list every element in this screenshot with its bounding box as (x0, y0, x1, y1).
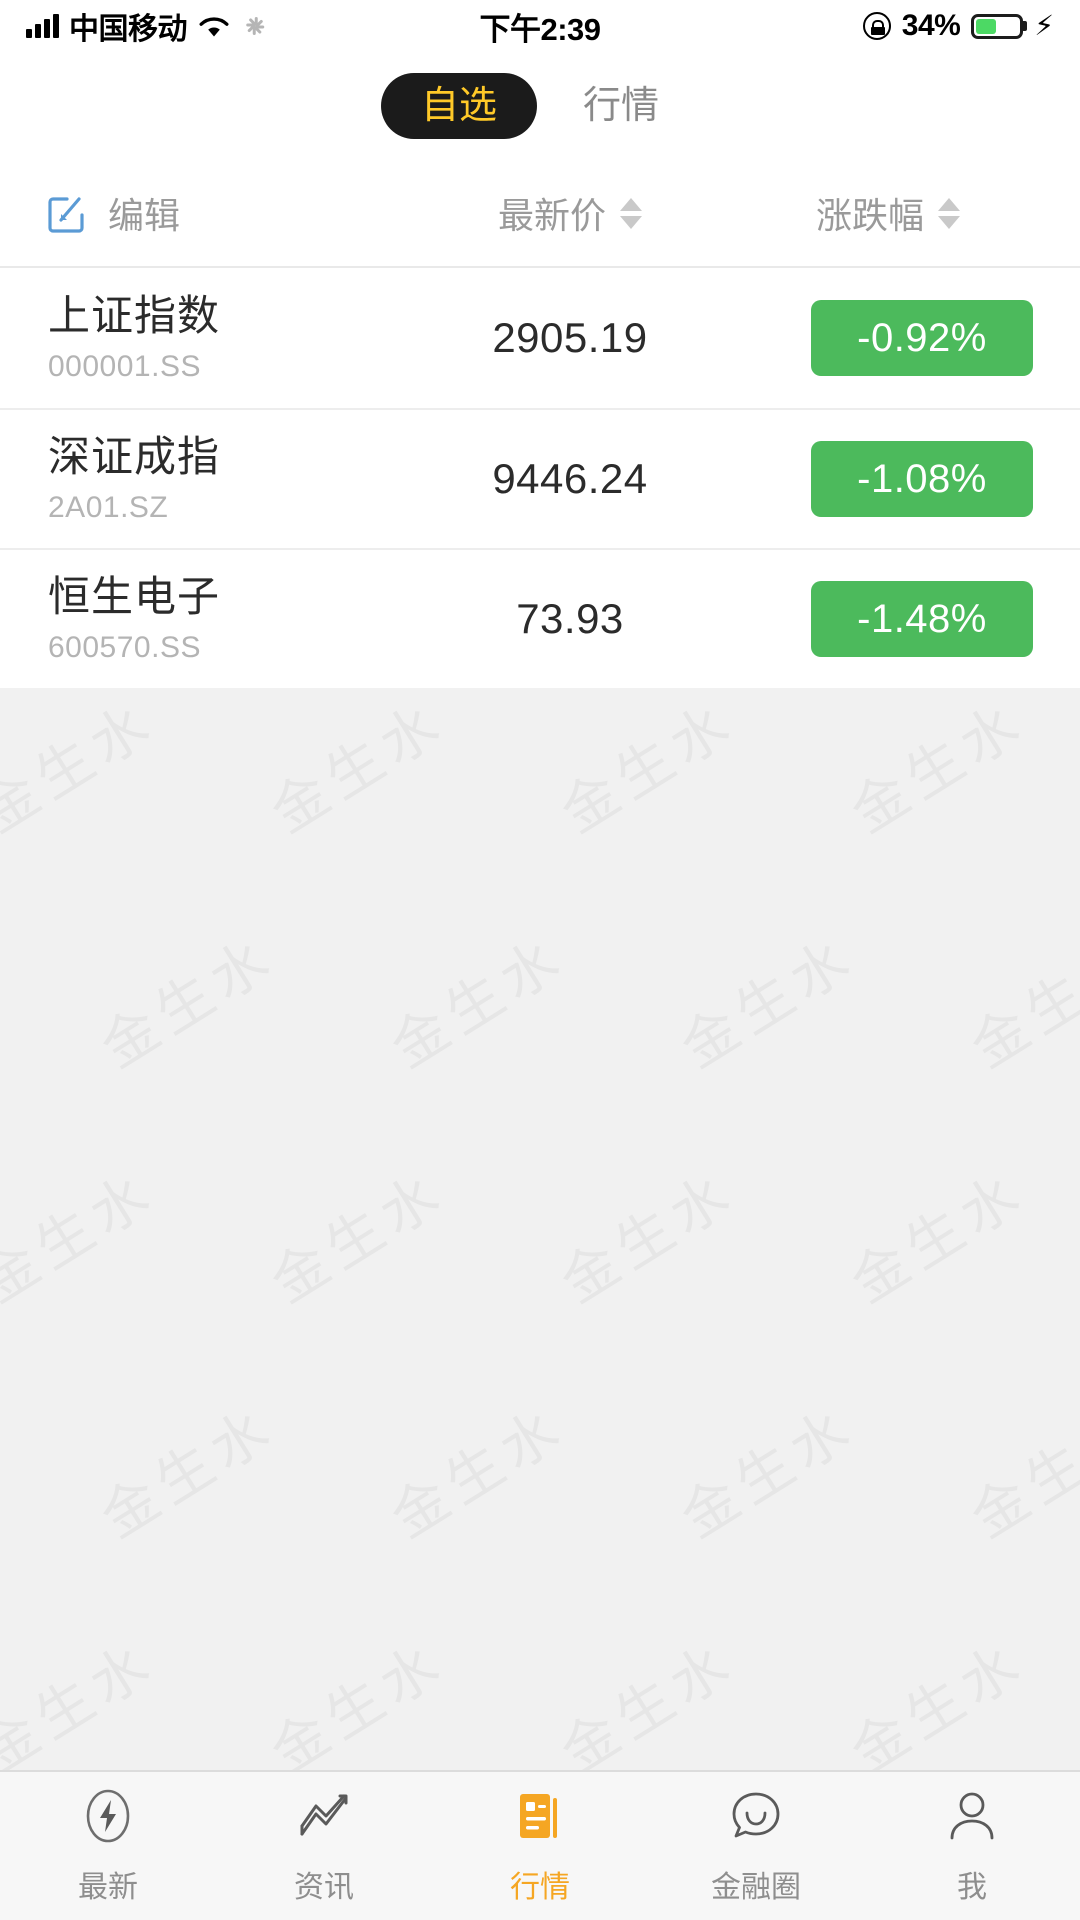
tab-finance-circle[interactable]: 金融圈 (648, 1786, 864, 1906)
quotes-document-icon (512, 1786, 568, 1846)
app-screen: 中国移动 下午2:39 34% ⚡ 自选 行情 编辑 最新价 涨跌幅 上证指数 … (0, 0, 1080, 1920)
row-price: 73.93 (516, 595, 624, 642)
watermark-text: 金生水 (373, 913, 579, 1083)
watermark-text: 金生水 (543, 1148, 749, 1318)
tab-quotes[interactable]: 行情 (432, 1786, 648, 1906)
status-bar-right: 34% ⚡ (862, 9, 1054, 43)
watermark-text: 金生水 (543, 1618, 749, 1770)
watermark-text: 金生水 (663, 1383, 869, 1553)
tab-latest[interactable]: 最新 (0, 1786, 216, 1906)
sort-arrows-icon[interactable] (938, 197, 961, 229)
bottom-tab-bar: 最新 资讯 行情 金融圈 我 (0, 1770, 1080, 1920)
column-header-price[interactable]: 最新价 (498, 187, 643, 239)
edit-pencil-icon (46, 191, 90, 235)
status-badge: -1.48% (811, 581, 1033, 657)
watermark-text: 金生水 (833, 1618, 1039, 1770)
watermark-text: 金生水 (0, 688, 169, 849)
row-name: 恒生电子 (48, 573, 221, 621)
watermark-text: 金生水 (833, 688, 1039, 849)
table-row[interactable]: 上证指数 000001.SS 2905.19 -0.92% (0, 268, 1080, 408)
row-code: 600570.SS (48, 630, 201, 664)
table-row[interactable]: 恒生电子 600570.SS 73.93 -1.48% (0, 548, 1080, 688)
watermark-text: 金生水 (83, 913, 289, 1083)
sort-arrows-icon[interactable] (620, 197, 643, 229)
watermark-text: 金生水 (253, 1618, 459, 1770)
tab-label: 行情 (510, 1871, 570, 1904)
watermark-text: 金生水 (953, 913, 1080, 1083)
row-price: 9446.24 (492, 455, 648, 502)
battery-icon (971, 13, 1024, 39)
tab-label: 最新 (78, 1871, 138, 1904)
edit-label: 编辑 (108, 195, 181, 236)
column-header-price-label: 最新价 (498, 195, 607, 236)
row-identity: 深证成指 2A01.SZ (0, 433, 420, 524)
watermark-text: 金生水 (0, 1148, 169, 1318)
watermark-text: 金生水 (373, 1383, 579, 1553)
edit-button[interactable]: 编辑 (0, 187, 400, 239)
line-chart-icon (294, 1786, 354, 1846)
rotation-lock-icon (862, 12, 891, 40)
row-change-cell: -0.92% (800, 300, 1080, 376)
status-badge: -0.92% (811, 300, 1033, 376)
watermark-text: 金生水 (253, 688, 459, 849)
tab-news[interactable]: 资讯 (216, 1786, 432, 1906)
watermark-text: 金生水 (663, 913, 869, 1083)
row-name: 上证指数 (48, 292, 221, 340)
empty-content-area: 金生水金生水金生水金生水金生水金生水金生水金生水金生水金生水金生水金生水金生水金… (0, 688, 1080, 1770)
row-code: 000001.SS (48, 349, 201, 383)
row-price: 2905.19 (492, 314, 648, 361)
watermark-text: 金生水 (833, 1148, 1039, 1318)
list-column-header: 编辑 最新价 涨跌幅 (0, 160, 1080, 268)
tab-label: 资讯 (294, 1871, 354, 1904)
status-bar: 中国移动 下午2:39 34% ⚡ (0, 0, 1080, 52)
row-identity: 恒生电子 600570.SS (0, 573, 420, 664)
row-name: 深证成指 (48, 433, 221, 481)
watermark-text: 金生水 (953, 1383, 1080, 1553)
tab-profile[interactable]: 我 (864, 1786, 1080, 1906)
person-icon (944, 1786, 1000, 1846)
watermark-text: 金生水 (543, 688, 749, 849)
table-row[interactable]: 深证成指 2A01.SZ 9446.24 -1.08% (0, 408, 1080, 548)
row-change-cell: -1.08% (800, 441, 1080, 517)
row-identity: 上证指数 000001.SS (0, 292, 420, 383)
tab-markets[interactable]: 行情 (543, 73, 699, 139)
lightning-bolt-icon (80, 1786, 136, 1846)
watchlist: 上证指数 000001.SS 2905.19 -0.92% 深证成指 2A01.… (0, 268, 1080, 688)
status-badge: -1.08% (811, 441, 1033, 517)
column-header-change-label: 涨跌幅 (815, 195, 925, 236)
watermark-layer: 金生水金生水金生水金生水金生水金生水金生水金生水金生水金生水金生水金生水金生水金… (0, 688, 1080, 1770)
tab-label: 我 (957, 1871, 987, 1904)
charging-bolt-icon: ⚡ (1034, 10, 1054, 41)
watermark-text: 金生水 (83, 1383, 289, 1553)
tab-label: 金融圈 (711, 1871, 801, 1904)
top-tab-bar: 自选 行情 (0, 52, 1080, 160)
row-change-cell: -1.48% (800, 581, 1080, 657)
watermark-text: 金生水 (253, 1148, 459, 1318)
column-header-change[interactable]: 涨跌幅 (815, 187, 961, 239)
speech-bubble-icon (726, 1786, 786, 1846)
watermark-text: 金生水 (0, 1618, 169, 1770)
tab-watchlist[interactable]: 自选 (380, 73, 537, 139)
row-code: 2A01.SZ (48, 490, 169, 524)
battery-percent-label: 34% (901, 9, 961, 42)
